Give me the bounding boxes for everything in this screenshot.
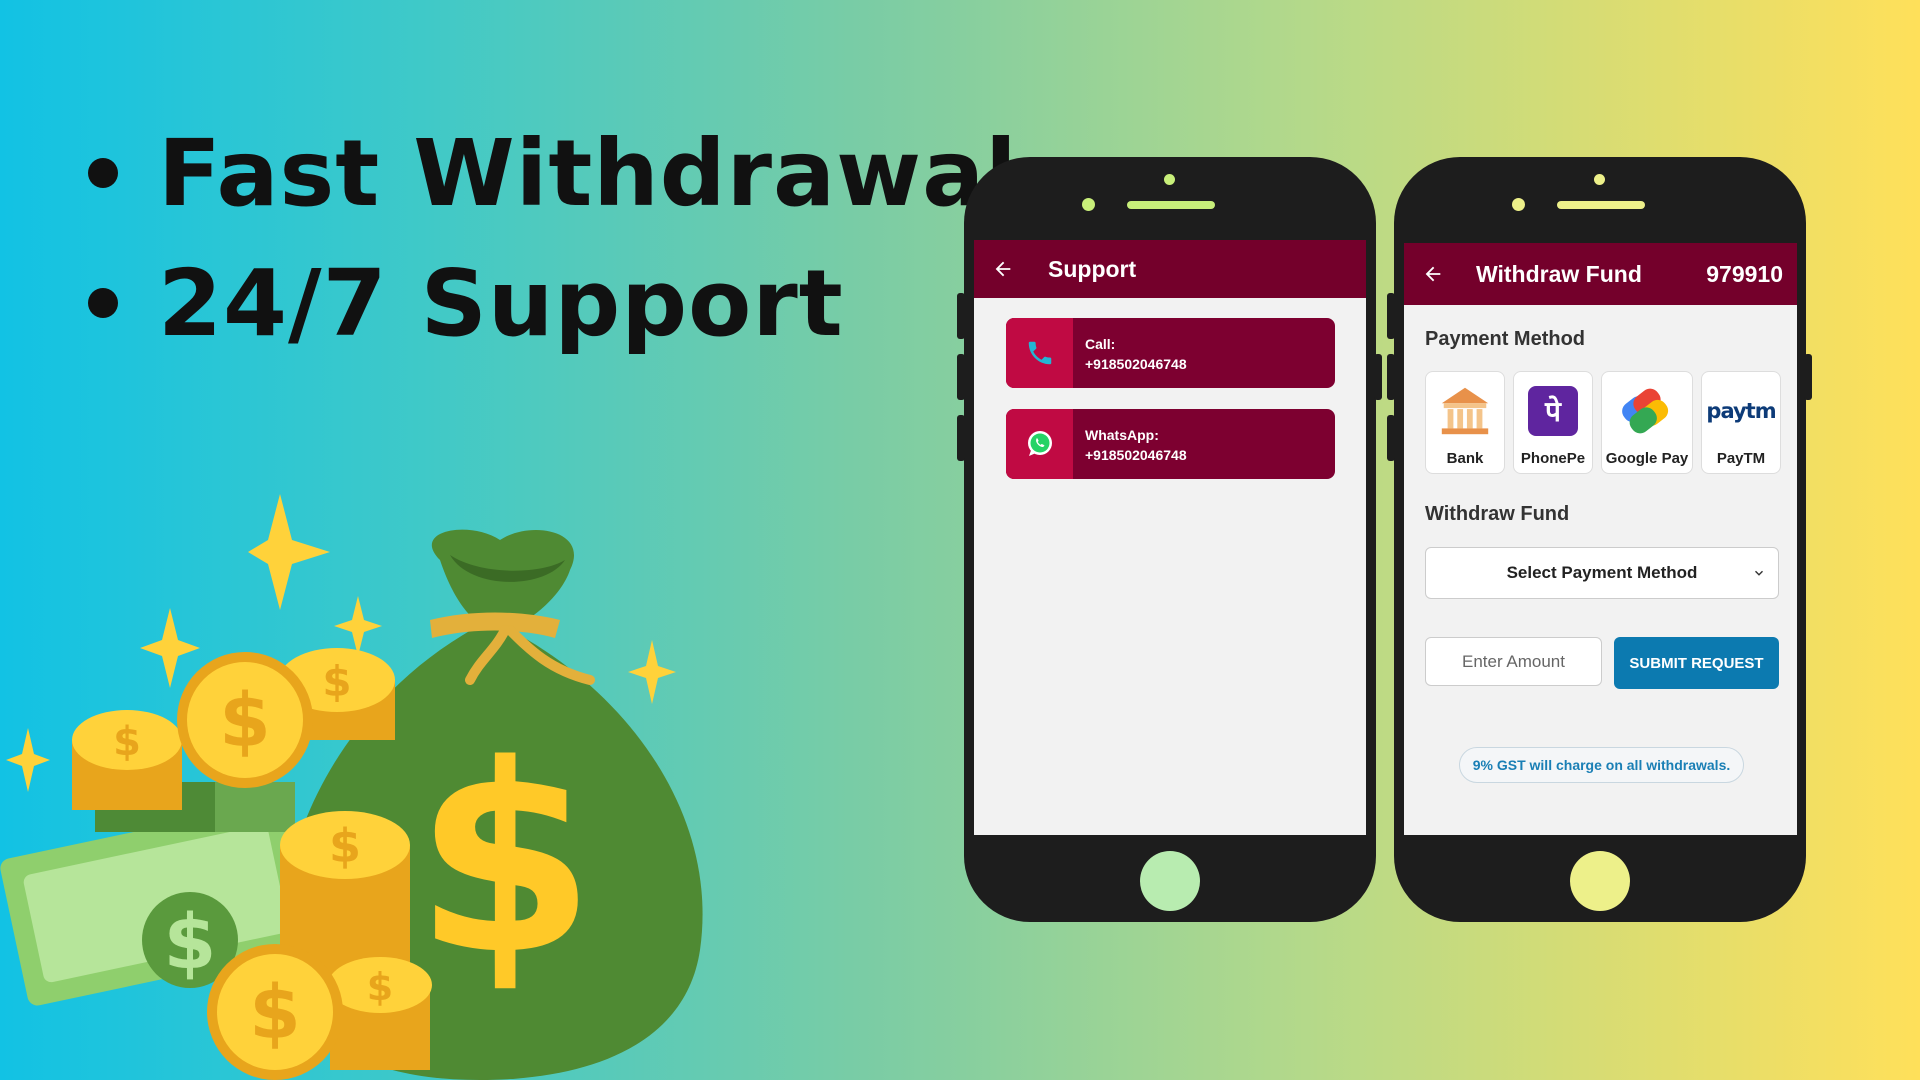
page-title: Support xyxy=(1048,255,1137,282)
bank-icon xyxy=(1436,382,1494,440)
bullet-dot xyxy=(88,288,118,318)
payment-option-label: PayTM xyxy=(1716,450,1766,467)
svg-text:$: $ xyxy=(322,657,351,706)
svg-text:$: $ xyxy=(415,710,596,1012)
front-camera xyxy=(1082,198,1095,211)
home-button[interactable] xyxy=(1570,851,1630,911)
side-button xyxy=(957,354,965,400)
bullet-support: 24/7 Support xyxy=(158,249,844,357)
amount-input[interactable] xyxy=(1425,637,1602,686)
bullet-item: 24/7 Support xyxy=(88,238,1018,368)
contact-number: +918502046748 xyxy=(1085,447,1187,463)
contact-label: WhatsApp: xyxy=(1085,427,1159,443)
sensor-dot xyxy=(1594,174,1605,185)
withdraw-appbar: Withdraw Fund 979910 xyxy=(1404,243,1797,305)
support-screen: Support Call: +918502046748 WhatsApp: +9… xyxy=(974,240,1366,835)
home-button[interactable] xyxy=(1140,851,1200,911)
submit-request-button[interactable]: SUBMIT REQUEST xyxy=(1614,637,1779,689)
side-button xyxy=(957,293,965,339)
withdraw-fund-heading: Withdraw Fund xyxy=(1425,503,1570,525)
payment-option-bank[interactable]: Bank xyxy=(1425,371,1505,474)
payment-option-phonepe[interactable]: पे PhonePe xyxy=(1513,371,1593,474)
page-title: Withdraw Fund xyxy=(1476,260,1642,287)
gst-notice: 9% GST will charge on all withdrawals. xyxy=(1459,747,1744,783)
whatsapp-icon xyxy=(1006,409,1073,479)
phonepe-icon: पे xyxy=(1524,382,1582,440)
headline-bullets: Fast Withdrawal 24/7 Support xyxy=(88,108,1018,368)
phonepe-logo: पे xyxy=(1528,386,1578,436)
call-contact-text: Call: +918502046748 xyxy=(1073,318,1187,388)
svg-text:$: $ xyxy=(249,970,301,1056)
call-contact-card[interactable]: Call: +918502046748 xyxy=(1006,318,1335,388)
support-appbar: Support xyxy=(974,240,1366,298)
svg-text:$: $ xyxy=(113,719,141,765)
bullet-dot xyxy=(88,158,118,188)
side-button xyxy=(1387,354,1395,400)
payment-option-label: PhonePe xyxy=(1520,450,1586,467)
back-arrow-icon[interactable] xyxy=(1418,259,1448,289)
phone-icon xyxy=(1006,318,1073,388)
front-camera xyxy=(1512,198,1525,211)
sensor-dot xyxy=(1164,174,1175,185)
side-button xyxy=(957,415,965,461)
payment-method-heading: Payment Method xyxy=(1425,328,1586,350)
side-button xyxy=(1387,293,1395,339)
withdraw-screen: Withdraw Fund 979910 Payment Method Bank… xyxy=(1404,243,1797,835)
phone-support: Support Call: +918502046748 WhatsApp: +9… xyxy=(957,157,1382,922)
payment-method-options: Bank पे PhonePe Google Pay paytm PayTM xyxy=(1425,371,1781,474)
select-value: Select Payment Method xyxy=(1506,563,1698,582)
paytm-logo: paytm xyxy=(1706,399,1776,423)
money-illustration: $ $ $ $ $ $ $ $ xyxy=(0,494,703,1080)
payment-option-label: Bank xyxy=(1446,450,1484,467)
svg-text:$: $ xyxy=(367,965,393,1009)
payment-option-paytm[interactable]: paytm PayTM xyxy=(1701,371,1781,474)
svg-text:$: $ xyxy=(219,678,271,764)
contact-number: +918502046748 xyxy=(1085,356,1187,372)
bullet-item: Fast Withdrawal xyxy=(88,108,1018,238)
power-button xyxy=(1374,354,1382,400)
payment-method-select[interactable]: Select Payment Method xyxy=(1425,547,1779,599)
earpiece-speaker xyxy=(1557,201,1645,209)
paytm-icon: paytm xyxy=(1706,382,1776,440)
power-button xyxy=(1804,354,1812,400)
google-pay-icon xyxy=(1618,382,1676,440)
payment-option-label: Google Pay xyxy=(1605,450,1689,467)
phone-withdraw: Withdraw Fund 979910 Payment Method Bank… xyxy=(1387,157,1812,922)
back-arrow-icon[interactable] xyxy=(988,254,1018,284)
svg-text:$: $ xyxy=(329,819,361,873)
earpiece-speaker xyxy=(1127,201,1215,209)
contact-label: Call: xyxy=(1085,336,1116,352)
whatsapp-contact-text: WhatsApp: +918502046748 xyxy=(1073,409,1187,479)
whatsapp-contact-card[interactable]: WhatsApp: +918502046748 xyxy=(1006,409,1335,479)
wallet-balance: 979910 xyxy=(1706,260,1783,287)
chevron-down-icon xyxy=(1752,565,1766,585)
side-button xyxy=(1387,415,1395,461)
bullet-fast-withdrawal: Fast Withdrawal xyxy=(158,119,1018,227)
svg-text:$: $ xyxy=(164,897,217,986)
payment-option-google-pay[interactable]: Google Pay xyxy=(1601,371,1693,474)
